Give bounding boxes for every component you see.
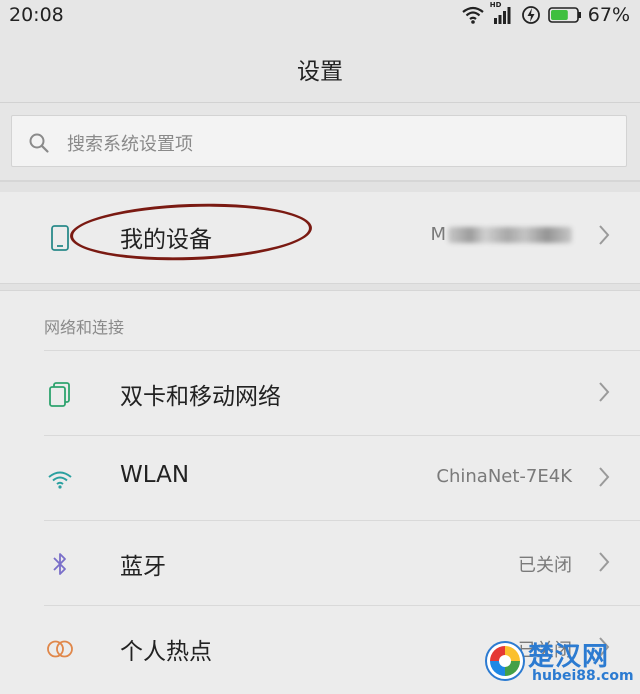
chevron-right-icon [598, 381, 610, 407]
device-name-visible: M [430, 224, 446, 245]
hotspot-icon [44, 633, 76, 665]
row-dual-sim[interactable]: 双卡和移动网络 [0, 351, 640, 435]
row-my-device[interactable]: 我的设备 M [0, 192, 640, 282]
row-label-hotspot: 个人热点 [120, 639, 212, 665]
wifi-status-icon [462, 6, 484, 24]
page-title: 设置 [297, 59, 343, 85]
device-name-blurred [448, 227, 572, 243]
charging-icon [521, 5, 540, 25]
chevron-right-icon [598, 224, 610, 250]
hd-label: HD [489, 1, 502, 9]
bluetooth-icon [44, 548, 76, 580]
row-label-wlan: WLAN [120, 462, 190, 488]
row-value-my-device: M [430, 224, 572, 245]
status-icons: HD 67% [462, 1, 630, 26]
row-label-bluetooth: 蓝牙 [120, 554, 166, 580]
row-value-bluetooth: 已关闭 [518, 555, 572, 576]
section-gap [0, 283, 640, 291]
row-wlan[interactable]: WLAN ChinaNet-7E4K [0, 436, 640, 520]
status-time: 20:08 [9, 4, 64, 26]
battery-icon [547, 6, 582, 24]
search-icon [28, 132, 50, 158]
row-label-dual-sim: 双卡和移动网络 [120, 384, 281, 410]
row-label-my-device: 我的设备 [120, 227, 212, 253]
row-bluetooth[interactable]: 蓝牙 已关闭 [0, 521, 640, 605]
chevron-right-icon [598, 466, 610, 492]
search-area: 搜索系统设置项 [0, 103, 640, 181]
search-input[interactable]: 搜索系统设置项 [11, 115, 627, 167]
chevron-right-icon [598, 551, 610, 577]
sim-card-icon [44, 378, 76, 410]
row-value-wlan: ChinaNet-7E4K [436, 466, 572, 487]
wifi-icon [44, 463, 76, 495]
title-bar: 设置 [0, 30, 640, 103]
search-placeholder: 搜索系统设置项 [67, 134, 193, 155]
watermark: 楚汉网 hubei88.com [482, 630, 634, 692]
watermark-url: hubei88.com [532, 668, 634, 684]
status-bar: 20:08 HD 67% [0, 0, 640, 30]
battery-percent: 67% [587, 4, 630, 26]
section-header-network: 网络和连接 [44, 318, 125, 337]
watermark-logo-icon [482, 638, 528, 688]
phone-icon [44, 222, 76, 254]
hd-signal-icon: HD [490, 1, 512, 24]
